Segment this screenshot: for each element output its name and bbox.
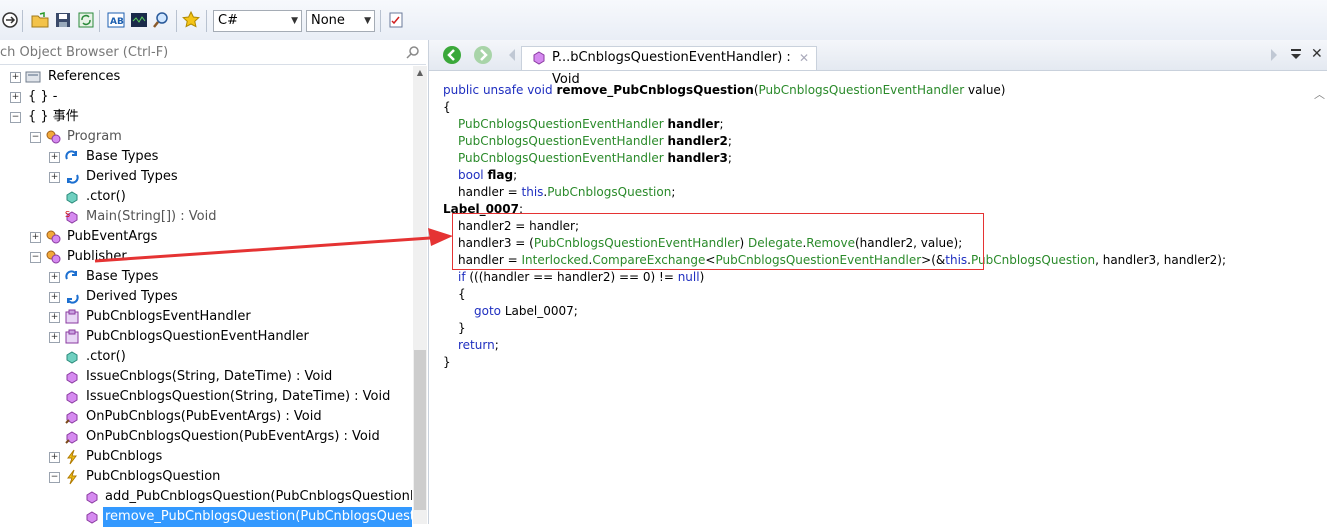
annotation-arrow xyxy=(94,228,453,263)
